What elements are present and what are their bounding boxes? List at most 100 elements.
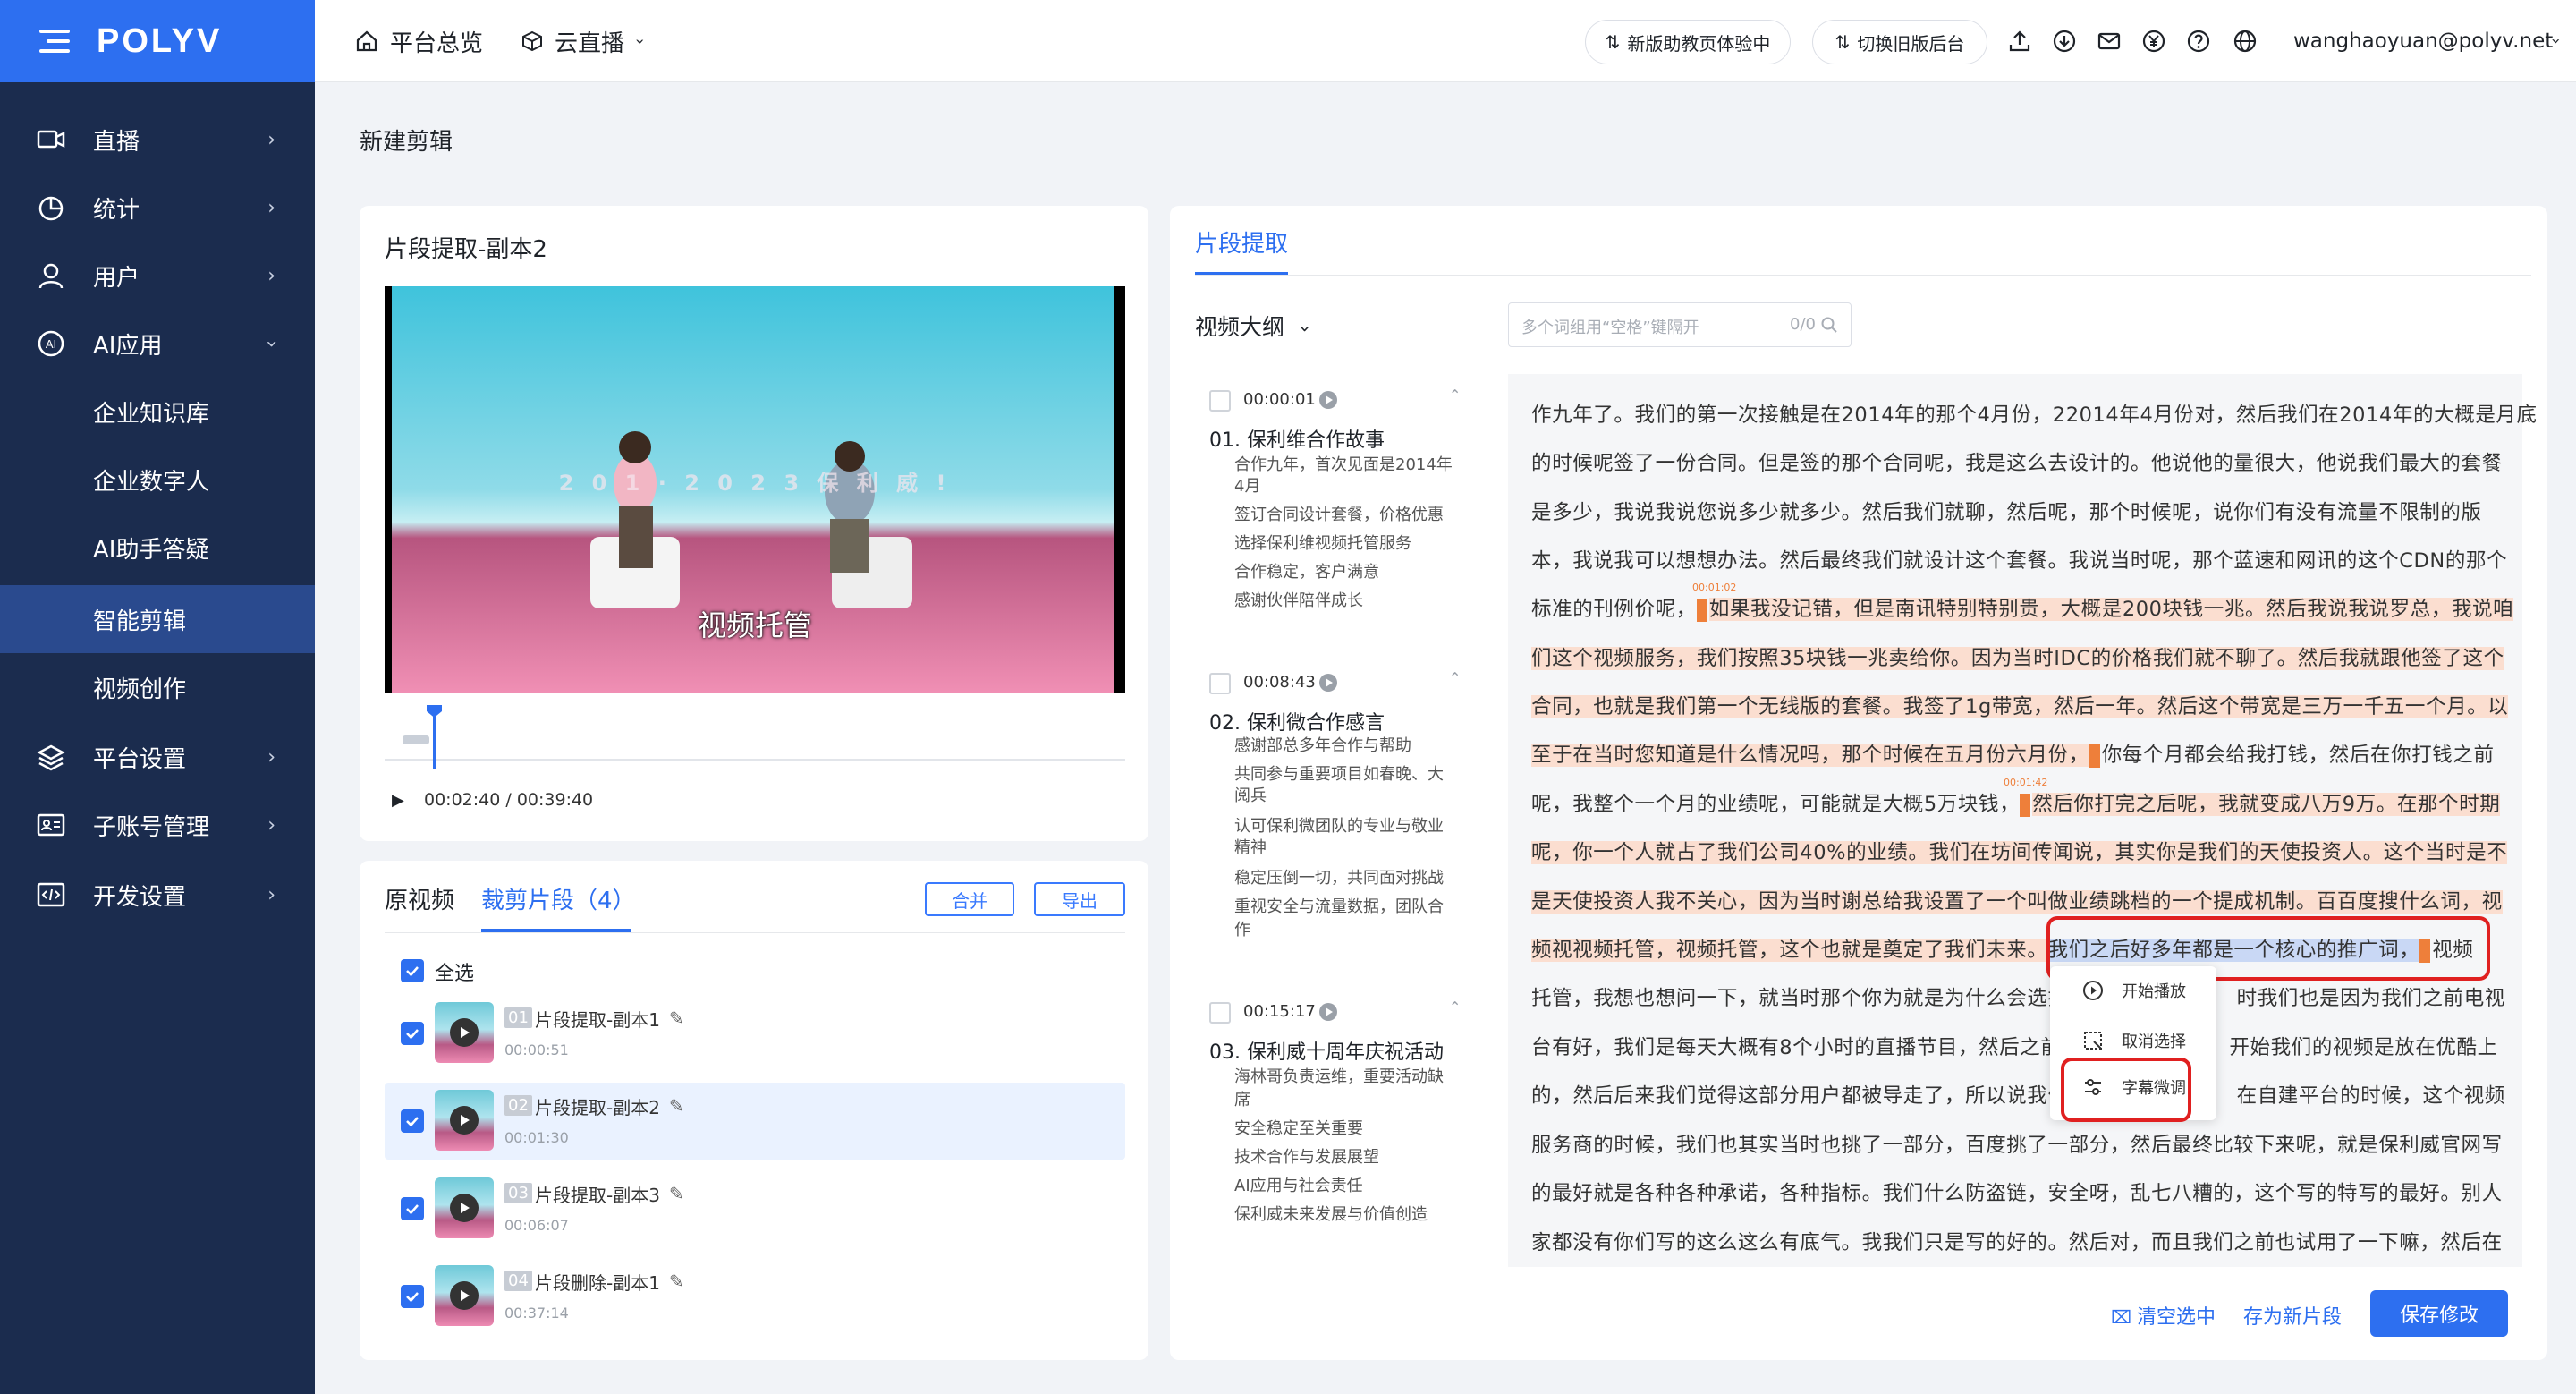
old-backend-button[interactable]: ⇅ 切换旧版后台: [1812, 20, 1987, 64]
play-circle-icon[interactable]: [1318, 1002, 1338, 1022]
hamburger-menu-icon[interactable]: [39, 30, 70, 53]
play-circle-icon[interactable]: [1318, 673, 1338, 693]
transcript-line[interactable]: 托管，我想也想问一下，就当时那个你为就是为什么会选择 时我们也是因为我们之前电视: [1531, 982, 2505, 1011]
timestamp-marker[interactable]: [1696, 598, 1707, 622]
transcript-line[interactable]: 合同，也就是我们第一个无线版的套餐。我签了1g带宽，然后一年。然后这个带宽是三万…: [1531, 691, 2509, 719]
timestamp-marker[interactable]: [2089, 744, 2100, 768]
play-icon[interactable]: [450, 1106, 479, 1135]
transcript-line[interactable]: 标准的刊例价呢， 如果我没记错，但是南讯特别特别贵，大概是200块钱一兆。然后我说…: [1531, 593, 2514, 622]
tab-segment-extract[interactable]: 片段提取: [1195, 225, 1288, 259]
menu-item-start-play[interactable]: 开始播放: [2050, 968, 2216, 1013]
collapse-icon[interactable]: ⌃: [1449, 669, 1461, 686]
sidebar-item-ai[interactable]: AI AI应用 ›: [0, 310, 315, 378]
play-circle-icon[interactable]: [1318, 390, 1338, 410]
outline-title[interactable]: 02. 保利微合作感言: [1209, 707, 1385, 735]
mail-icon[interactable]: [2097, 29, 2122, 54]
search-input[interactable]: 多个词组用“空格”键隔开 0/0: [1508, 302, 1852, 347]
chevron-down-icon[interactable]: ›: [2515, 32, 2576, 50]
new-assistant-button[interactable]: ⇅ 新版助教页体验中: [1585, 20, 1791, 64]
transcript-line[interactable]: 作九年了。我们的第一次接触是在2014年的那个4月份，22014年4月份对，然后…: [1531, 399, 2538, 428]
sidebar-sub-digital-human[interactable]: 企业数字人: [0, 446, 315, 514]
segment-checkbox[interactable]: [401, 1109, 424, 1133]
play-icon[interactable]: ▶: [392, 791, 404, 810]
segment-checkbox[interactable]: [401, 1285, 424, 1308]
transcript-line[interactable]: 台有好，我们是每天大概有8个小时的直播节目，然后之前 开始我们的视频是放在优酷上: [1531, 1032, 2498, 1060]
transcript-line[interactable]: 服务商的时候，我们也其实当时也挑了一部分，百度挑了一部分，然后最终比较下来呢，就…: [1531, 1129, 2503, 1158]
transcript-line[interactable]: 家都没有你们写的这么这么有底气。我我们只是写的好的。然后对，而且我们之前也试用了…: [1531, 1227, 2503, 1255]
transcript-line[interactable]: 的，然后后来我们觉得这部分用户都被导走了，所以说我们 在自建平台的时候，这个视频: [1531, 1080, 2505, 1109]
save-changes-button[interactable]: 保存修改: [2370, 1290, 2508, 1337]
collapse-icon[interactable]: ⌃: [1449, 999, 1461, 1016]
menu-item-cancel-select[interactable]: 取消选择: [2050, 1018, 2216, 1063]
clear-selection-button[interactable]: ⌧ 清空选中: [2111, 1301, 2216, 1330]
transcript-text: 呢，我整个一个月的业绩呢，可能就是大概5万块钱，: [1531, 793, 2021, 816]
outline-dropdown[interactable]: 视频大纲 ›: [1195, 310, 1316, 342]
video-player[interactable]: 2 0 1 · 2 0 2 3 保 利 威 ! 视频托管: [385, 286, 1125, 693]
transcript-line[interactable]: 们这个视频服务，我们按照35块钱一兆卖给你。因为当时IDC的价格我们就不聊了。然…: [1531, 642, 2504, 671]
sidebar-item-stats[interactable]: 统计 ›: [0, 174, 315, 242]
transcript-line[interactable]: 呢，你一个人就占了我们公司40%的业绩。我们在坊间传闻说，其实你是我们的天使投资…: [1531, 837, 2508, 865]
user-email[interactable]: wanghaoyuan@polyv.net: [2293, 0, 2553, 82]
help-icon[interactable]: [2186, 29, 2211, 54]
segment-row[interactable]: 03 片段提取-副本3 ✎ 00:06:07: [385, 1170, 1125, 1247]
outline-checkbox[interactable]: [1209, 1002, 1231, 1024]
outline-item: 海林哥负责运维，重要活动缺: [1234, 1067, 1444, 1086]
sidebar-sub-ai-assistant[interactable]: AI助手答疑: [0, 514, 315, 582]
segment-checkbox[interactable]: [401, 1022, 424, 1045]
segment-number: 03: [504, 1183, 532, 1203]
sidebar-item-dev-settings[interactable]: 开发设置 ›: [0, 861, 315, 929]
play-icon[interactable]: [450, 1281, 479, 1310]
export-button[interactable]: 导出: [1034, 882, 1125, 916]
sidebar-item-live[interactable]: 直播 ›: [0, 106, 315, 174]
transcript-line[interactable]: 呢，我整个一个月的业绩呢，可能就是大概5万块钱， 然后你打完之后呢，我就变成八万9…: [1531, 788, 2501, 817]
edit-pencil-icon[interactable]: ✎: [669, 1007, 684, 1029]
timestamp-marker[interactable]: [2020, 793, 2031, 817]
search-icon[interactable]: [1820, 316, 1838, 334]
play-icon[interactable]: [450, 1194, 479, 1222]
select-all-checkbox[interactable]: [401, 959, 424, 982]
nav-platform-overview[interactable]: 平台总览: [354, 0, 483, 82]
play-icon[interactable]: [450, 1018, 479, 1047]
sidebar-item-platform-settings[interactable]: 平台设置 ›: [0, 723, 315, 791]
segment-row[interactable]: 01 片段提取-副本1 ✎ 00:00:51: [385, 995, 1125, 1072]
segment-thumbnail: [435, 1002, 494, 1063]
transcript-line[interactable]: 至于在当时您知道是什么情况吗，那个时候在五月份六月份， 你每个月都会给我打钱，然后…: [1531, 739, 2495, 768]
highlighted-text: 至于在当时您知道是什么情况吗，那个时候在五月份六月份，: [1531, 744, 2089, 767]
upload-icon[interactable]: [2007, 29, 2032, 54]
tab-clip-segments[interactable]: 裁剪片段（4）: [481, 882, 636, 915]
outline-title[interactable]: 01. 保利维合作故事: [1209, 424, 1385, 453]
edit-pencil-icon[interactable]: ✎: [669, 1095, 684, 1117]
sidebar-sub-video-create[interactable]: 视频创作: [0, 653, 315, 721]
segment-row[interactable]: 04 片段删除-副本1 ✎ 00:37:14: [385, 1258, 1125, 1335]
sidebar-sub-smart-clip[interactable]: 智能剪辑: [0, 585, 315, 653]
chevron-right-icon: ›: [267, 264, 275, 287]
edit-pencil-icon[interactable]: ✎: [669, 1271, 684, 1292]
transcript-line[interactable]: 本，我说我可以想想办法。然后最终我们就设计这个套餐。我说当时呢，那个蓝速和网讯的…: [1531, 545, 2507, 574]
outline-item: 保利威未来发展与价值创造: [1234, 1205, 1428, 1224]
currency-icon[interactable]: [2141, 29, 2166, 54]
globe-icon[interactable]: [2233, 29, 2258, 54]
transcript-line[interactable]: 的时候呢签了一份合同。但是签的那个合同呢，我是这么去设计的。他说他的量很大，他说…: [1531, 447, 2503, 476]
timeline-segment: [402, 735, 429, 744]
transcript-line[interactable]: 的最好就是各种各种承诺，各种指标。我们什么防盗链，安全呀，乱七八糟的，这个写的特…: [1531, 1177, 2503, 1206]
timeline-track[interactable]: [385, 759, 1125, 761]
home-icon: [356, 30, 377, 52]
tab-original-video[interactable]: 原视频: [385, 882, 454, 915]
nav-cloud-live[interactable]: 云直播 ›: [521, 0, 649, 82]
save-as-new-clip-button[interactable]: 存为新片段: [2243, 1301, 2342, 1330]
outline-checkbox[interactable]: [1209, 390, 1231, 412]
segment-checkbox[interactable]: [401, 1197, 424, 1220]
collapse-icon[interactable]: ⌃: [1449, 387, 1461, 404]
transcript-line[interactable]: 是多少，我说我说您说多少就多少。然后我们就聊，然后呢，那个时候呢，说你们有没有流…: [1531, 497, 2482, 525]
transcript-line[interactable]: 是天使投资人我不关心，因为当时谢总给我设置了一个叫做业绩跳档的一个提成机制。百百…: [1531, 886, 2503, 914]
sidebar-item-sub-accounts[interactable]: 子账号管理 ›: [0, 791, 315, 859]
download-icon[interactable]: [2052, 29, 2077, 54]
sidebar-sub-knowledge-base[interactable]: 企业知识库: [0, 378, 315, 446]
segment-row-selected[interactable]: 02 片段提取-副本2 ✎ 00:01:30: [385, 1083, 1125, 1160]
merge-button[interactable]: 合并: [925, 882, 1014, 916]
outline-item: 感谢部总多年合作与帮助: [1234, 736, 1411, 755]
sidebar-item-users[interactable]: 用户 ›: [0, 242, 315, 310]
outline-title[interactable]: 03. 保利威十周年庆祝活动: [1209, 1036, 1444, 1065]
outline-checkbox[interactable]: [1209, 673, 1231, 694]
edit-pencil-icon[interactable]: ✎: [669, 1183, 684, 1204]
